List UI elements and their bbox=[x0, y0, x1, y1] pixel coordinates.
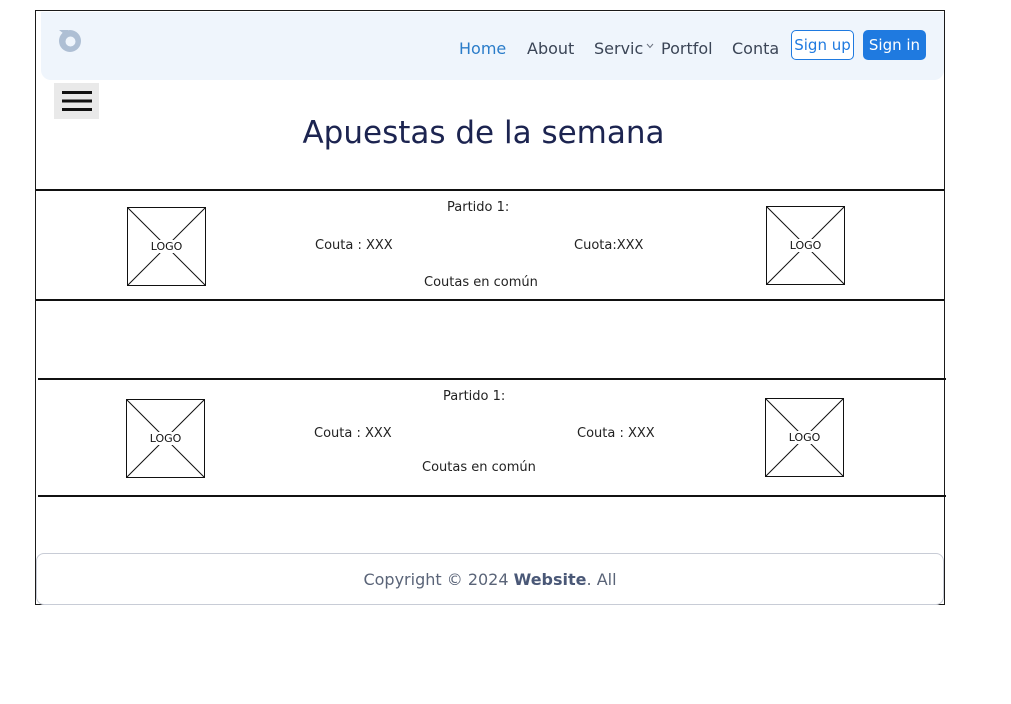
sign-in-button[interactable]: Sign in bbox=[863, 30, 926, 60]
nav-link-home[interactable]: Home bbox=[459, 39, 506, 58]
nav-link-about[interactable]: About bbox=[527, 39, 574, 58]
sign-up-button[interactable]: Sign up bbox=[791, 30, 854, 60]
divider bbox=[36, 189, 944, 191]
page-title: Apuestas de la semana bbox=[302, 115, 665, 151]
menu-toggle-button[interactable] bbox=[54, 83, 99, 119]
common-odds: Coutas en común bbox=[424, 275, 538, 290]
right-odds: Couta : XXX bbox=[577, 426, 655, 441]
logo-label: LOGO bbox=[149, 240, 184, 253]
footer-site-link[interactable]: Website bbox=[514, 570, 587, 589]
nav-link-portfolio[interactable]: Portfol bbox=[661, 39, 713, 58]
left-odds: Couta : XXX bbox=[315, 238, 393, 253]
divider bbox=[36, 299, 944, 301]
logo-label: LOGO bbox=[148, 432, 183, 445]
divider bbox=[38, 495, 946, 497]
nav-link-services[interactable]: Servic bbox=[594, 39, 643, 58]
divider bbox=[38, 378, 946, 380]
team-logo-left: LOGO bbox=[127, 207, 206, 286]
logo-label: LOGO bbox=[788, 239, 823, 252]
team-logo-right: LOGO bbox=[766, 206, 845, 285]
left-odds: Couta : XXX bbox=[314, 426, 392, 441]
copyright-prefix: Copyright © 2024 bbox=[363, 570, 514, 589]
navbar: Home About Servic Portfol Conta Sign up … bbox=[41, 12, 944, 80]
footer: Copyright © 2024 Website. All bbox=[36, 553, 944, 605]
common-odds: Coutas en común bbox=[422, 460, 536, 475]
copyright-suffix: . All bbox=[586, 570, 617, 589]
page-frame: Home About Servic Portfol Conta Sign up … bbox=[35, 10, 946, 605]
hamburger-menu-icon bbox=[61, 91, 92, 111]
brand-logo-icon[interactable] bbox=[55, 25, 85, 55]
logo-label: LOGO bbox=[787, 431, 822, 444]
nav-link-contact[interactable]: Conta bbox=[732, 39, 779, 58]
right-odds: Cuota:XXX bbox=[574, 238, 644, 253]
team-logo-left: LOGO bbox=[126, 399, 205, 478]
match-title: Partido 1: bbox=[447, 200, 510, 215]
chevron-down-icon[interactable] bbox=[646, 43, 654, 49]
match-title: Partido 1: bbox=[443, 389, 506, 404]
team-logo-right: LOGO bbox=[765, 398, 844, 477]
